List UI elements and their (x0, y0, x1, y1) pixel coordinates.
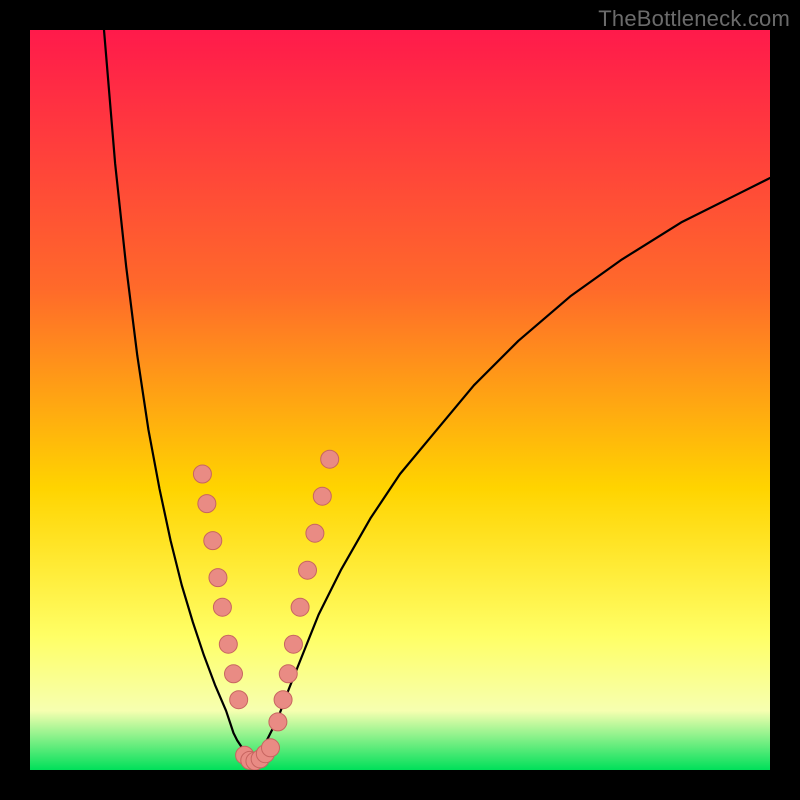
marker-point (262, 739, 280, 757)
marker-point (313, 487, 331, 505)
chart-svg (30, 30, 770, 770)
marker-point (230, 691, 248, 709)
marker-point (321, 450, 339, 468)
marker-point (306, 524, 324, 542)
marker-point (279, 665, 297, 683)
marker-point (213, 598, 231, 616)
marker-point (274, 691, 292, 709)
marker-point (198, 495, 216, 513)
watermark-text: TheBottleneck.com (598, 6, 790, 32)
marker-point (219, 635, 237, 653)
marker-point (209, 569, 227, 587)
marker-point (299, 561, 317, 579)
marker-point (269, 713, 287, 731)
plot-area (30, 30, 770, 770)
marker-point (204, 532, 222, 550)
marker-point (284, 635, 302, 653)
gradient-background (30, 30, 770, 770)
marker-point (225, 665, 243, 683)
marker-point (291, 598, 309, 616)
marker-point (193, 465, 211, 483)
chart-frame: TheBottleneck.com (0, 0, 800, 800)
